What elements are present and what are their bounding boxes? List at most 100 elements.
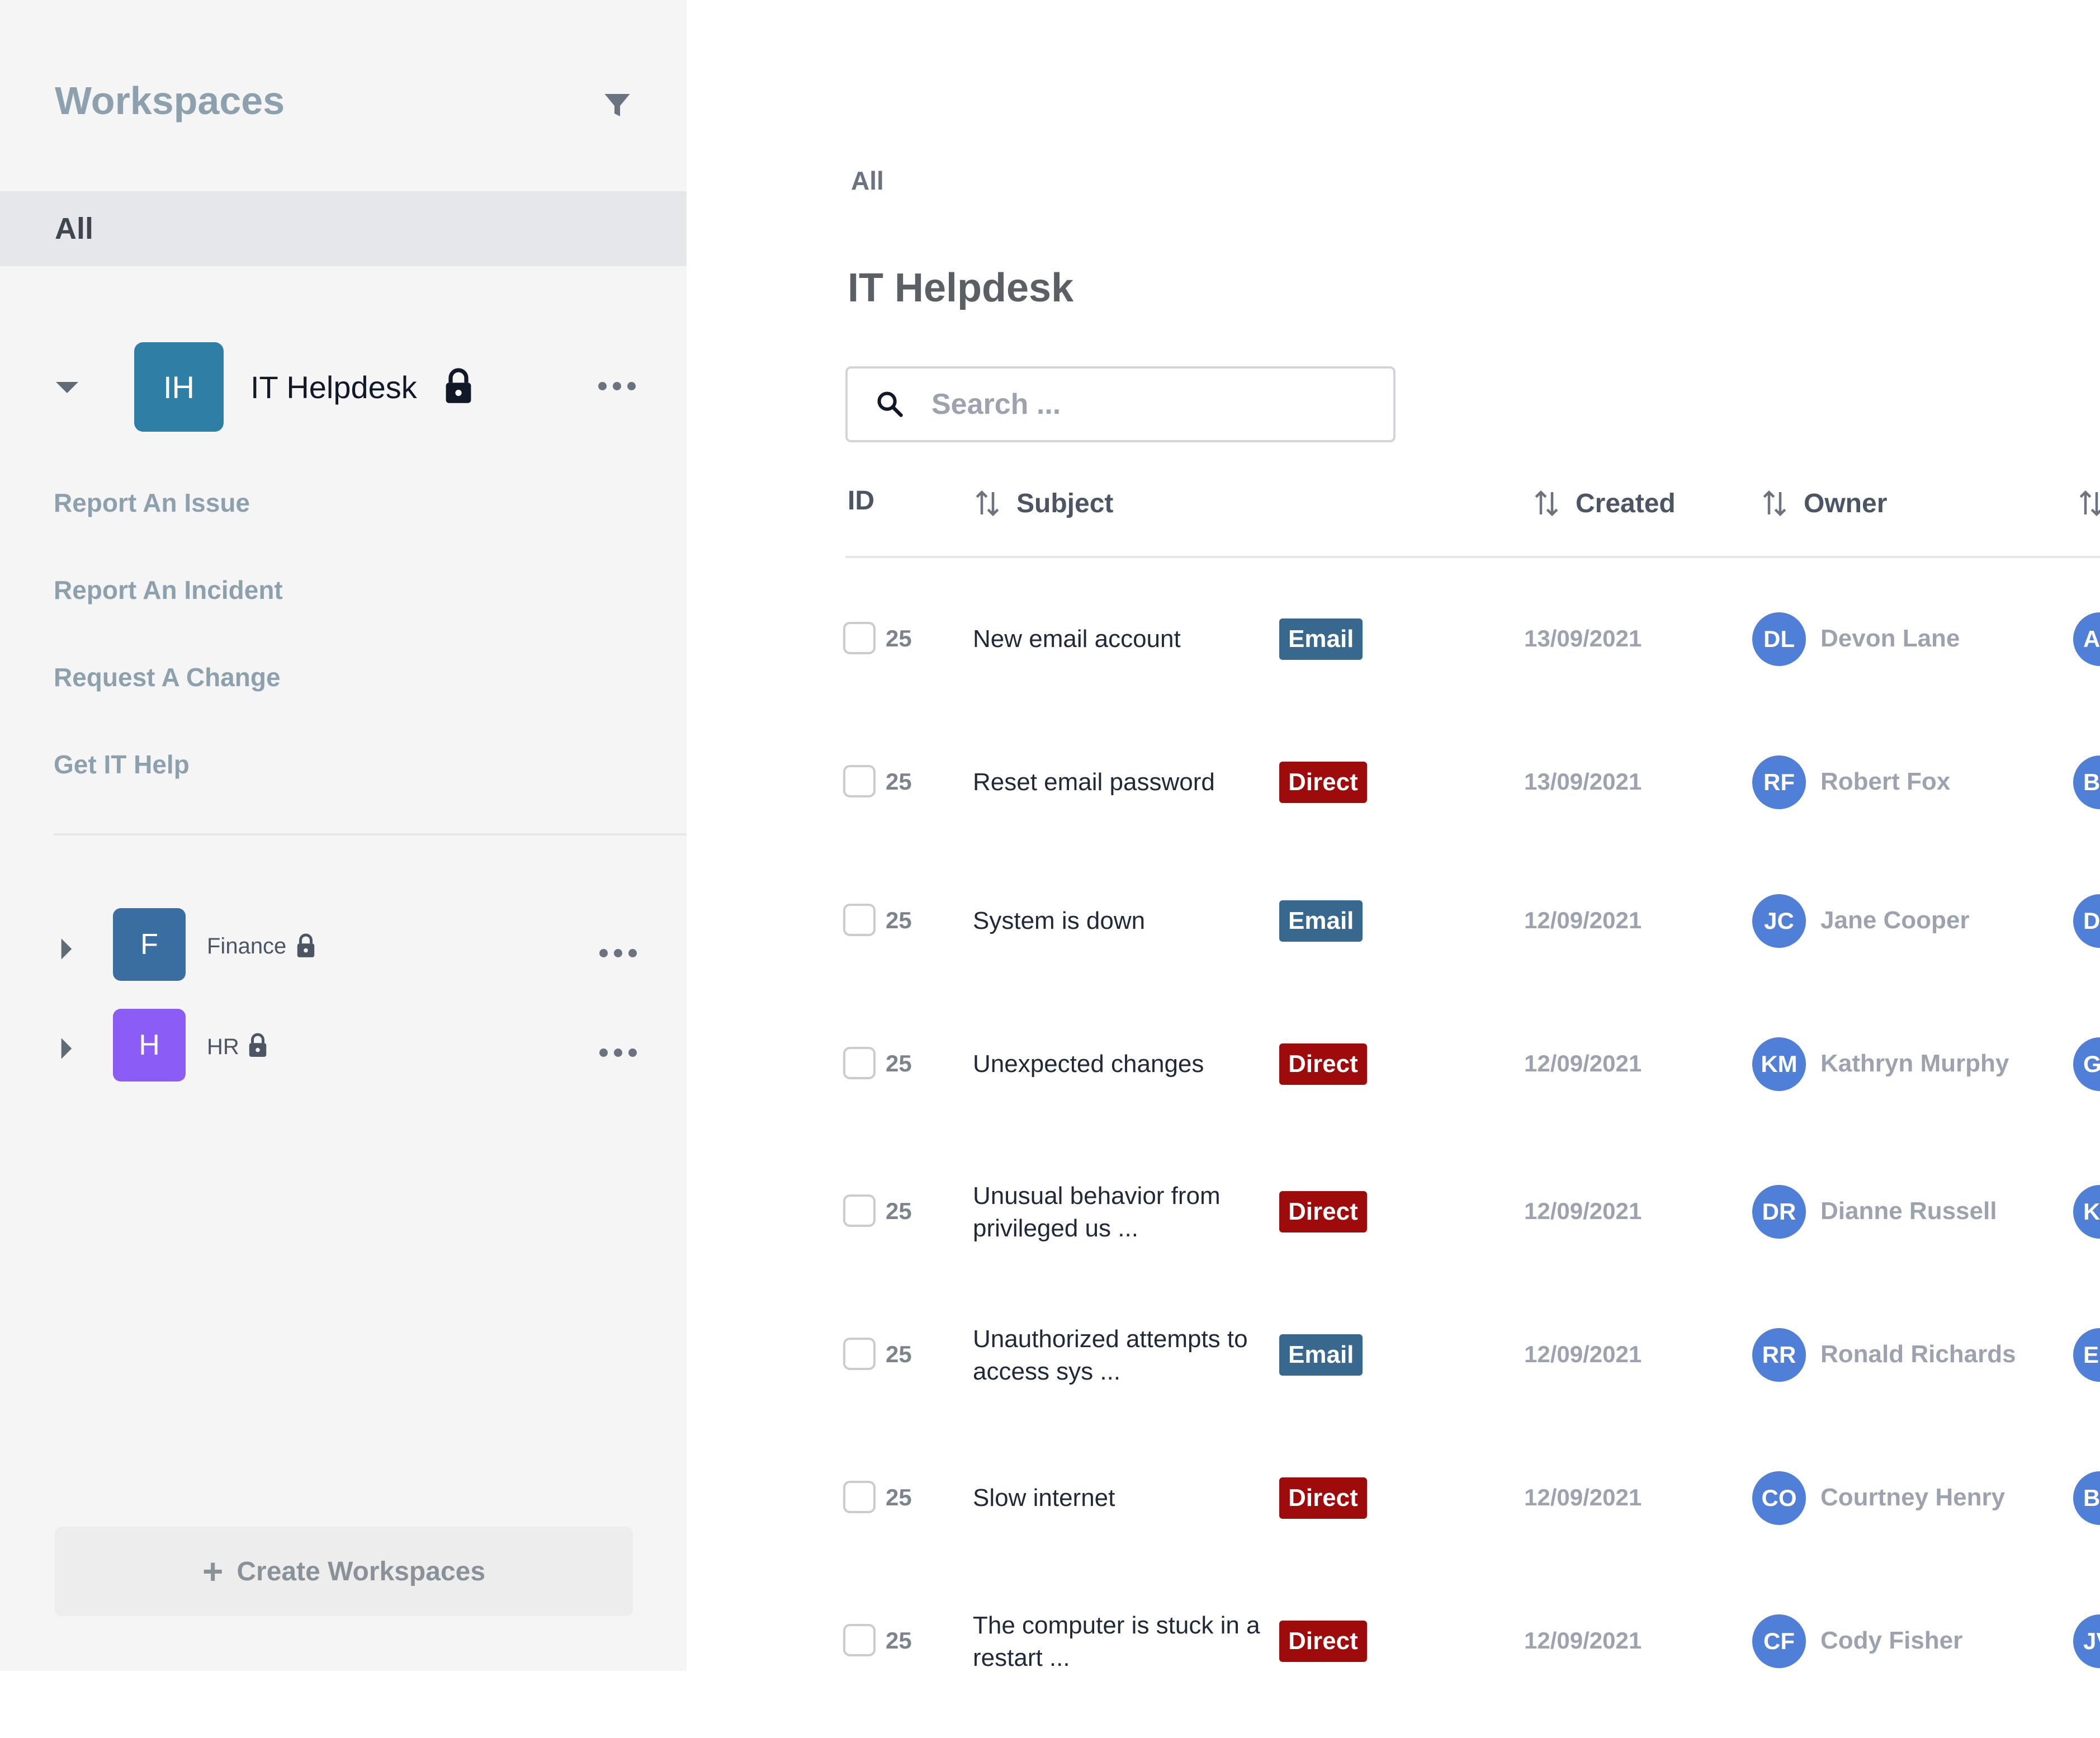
more-icon[interactable]	[599, 949, 637, 957]
source-tag: Email	[1279, 618, 1363, 660]
row-created-date: 13/09/2021	[1524, 768, 1642, 795]
caret-right-icon[interactable]	[59, 936, 74, 962]
sidebar-link-request-change[interactable]: Request A Change	[54, 662, 281, 692]
row-id: 25	[886, 1050, 912, 1076]
row-checkbox[interactable]	[843, 1624, 876, 1656]
row-owner-name: Cody Fisher	[1820, 1627, 1963, 1654]
avatar: E	[2073, 1328, 2100, 1382]
lock-icon	[446, 368, 471, 403]
avatar: JC	[1752, 894, 1806, 948]
caret-down-icon[interactable]	[54, 379, 81, 396]
row-checkbox[interactable]	[843, 765, 876, 797]
row-owner-name: Robert Fox	[1820, 768, 1951, 795]
column-header-created[interactable]: Created	[1532, 487, 1676, 520]
column-header-subject[interactable]: Subject	[973, 487, 1113, 520]
workspace-name-it-helpdesk[interactable]: IT Helpdesk	[250, 369, 417, 405]
column-subject-label: Subject	[1016, 488, 1114, 518]
column-created-label: Created	[1576, 488, 1676, 518]
workspace-tile-finance[interactable]: F	[113, 908, 186, 981]
sidebar-link-report-incident[interactable]: Report An Incident	[54, 575, 283, 605]
row-id: 25	[886, 1627, 912, 1654]
row-checkbox[interactable]	[843, 1338, 876, 1370]
avatar: DL	[1752, 612, 1806, 666]
row-subject[interactable]: Unauthorized attempts to access sys ...	[973, 1323, 1286, 1388]
row-created-date: 12/09/2021	[1524, 907, 1642, 933]
row-subject[interactable]: Unusual behavior from privileged us ...	[973, 1180, 1286, 1245]
source-tag: Direct	[1279, 762, 1367, 803]
avatar: B	[2073, 1471, 2100, 1525]
avatar: D	[2073, 894, 2100, 948]
row-owner-name: Jane Cooper	[1820, 906, 1970, 934]
create-workspaces-button[interactable]: + Create Workspaces	[55, 1527, 633, 1616]
row-owner-name: Ronald Richards	[1820, 1340, 2016, 1368]
row-id: 25	[886, 1484, 912, 1510]
source-tag: Direct	[1279, 1621, 1367, 1662]
avatar: KM	[1752, 1037, 1806, 1091]
more-icon[interactable]	[599, 1049, 637, 1057]
sidebar-link-report-issue[interactable]: Report An Issue	[54, 488, 250, 518]
sidebar-divider	[54, 833, 687, 835]
row-created-date: 13/09/2021	[1524, 625, 1642, 651]
row-id: 25	[886, 1341, 912, 1367]
row-created-date: 12/09/2021	[1524, 1050, 1642, 1076]
avatar: JV	[2073, 1614, 2100, 1668]
row-checkbox[interactable]	[843, 622, 876, 654]
row-subject[interactable]: System is down	[973, 905, 1286, 937]
table-header-divider	[845, 556, 2100, 558]
workspace-name-hr[interactable]: HR	[207, 1035, 239, 1060]
row-created-date: 12/09/2021	[1524, 1198, 1642, 1224]
row-subject-line: Slow internet	[973, 1484, 1115, 1512]
avatar: DR	[1752, 1185, 1806, 1239]
lock-icon	[297, 933, 315, 957]
column-header-extra[interactable]	[2077, 487, 2100, 520]
sidebar-link-get-it-help[interactable]: Get IT Help	[54, 749, 190, 780]
row-checkbox[interactable]	[843, 1047, 876, 1079]
row-subject-line: The computer is stuck in a	[973, 1612, 1260, 1639]
sort-icon[interactable]	[973, 487, 1002, 520]
page-title: IT Helpdesk	[848, 266, 1074, 310]
row-subject-line: access sys ...	[973, 1358, 1121, 1385]
more-icon[interactable]	[598, 382, 636, 390]
row-created-date: 12/09/2021	[1524, 1484, 1642, 1510]
avatar: K	[2073, 1185, 2100, 1239]
row-subject[interactable]: Unexpected changes	[973, 1048, 1286, 1080]
workspace-tile-it-helpdesk[interactable]: IH	[134, 342, 224, 432]
workspace-name-finance[interactable]: Finance	[207, 934, 286, 959]
lock-icon	[249, 1033, 267, 1057]
source-tag: Direct	[1279, 1191, 1367, 1232]
row-checkbox[interactable]	[843, 1481, 876, 1513]
row-created-date: 12/09/2021	[1524, 1341, 1642, 1367]
breadcrumb[interactable]: All	[851, 166, 884, 196]
search-input[interactable]	[931, 388, 1368, 421]
row-checkbox[interactable]	[843, 1194, 876, 1227]
source-tag: Direct	[1279, 1043, 1367, 1085]
row-id: 25	[886, 768, 912, 795]
avatar: CF	[1752, 1614, 1806, 1668]
workspace-tile-hr[interactable]: H	[113, 1009, 186, 1081]
source-tag: Email	[1279, 1334, 1363, 1376]
sort-icon[interactable]	[1532, 487, 1561, 520]
row-checkbox[interactable]	[843, 904, 876, 936]
row-subject[interactable]: Slow internet	[973, 1482, 1286, 1514]
avatar: RF	[1752, 755, 1806, 809]
row-owner-name: Courtney Henry	[1820, 1484, 2006, 1511]
source-tag: Direct	[1279, 1477, 1367, 1519]
column-header-owner[interactable]: Owner	[1760, 487, 1887, 520]
filter-icon[interactable]	[600, 88, 634, 122]
column-header-id[interactable]: ID	[848, 485, 874, 516]
row-subject-line: New email account	[973, 625, 1181, 653]
sidebar-item-all[interactable]: All	[0, 191, 687, 266]
row-subject-line: System is down	[973, 907, 1146, 934]
row-subject[interactable]: Reset email password	[973, 766, 1286, 799]
source-tag: Email	[1279, 900, 1363, 942]
row-owner-name: Devon Lane	[1820, 625, 1960, 652]
sort-icon[interactable]	[1760, 487, 1789, 520]
row-subject[interactable]: The computer is stuck in a restart ...	[973, 1609, 1286, 1674]
search-box[interactable]	[845, 366, 1396, 442]
row-id: 25	[886, 625, 912, 651]
row-subject[interactable]: New email account	[973, 623, 1286, 655]
sort-icon[interactable]	[2077, 487, 2100, 520]
row-owner-name: Kathryn Murphy	[1820, 1050, 2009, 1077]
caret-right-icon[interactable]	[59, 1036, 74, 1061]
avatar: B	[2073, 755, 2100, 809]
